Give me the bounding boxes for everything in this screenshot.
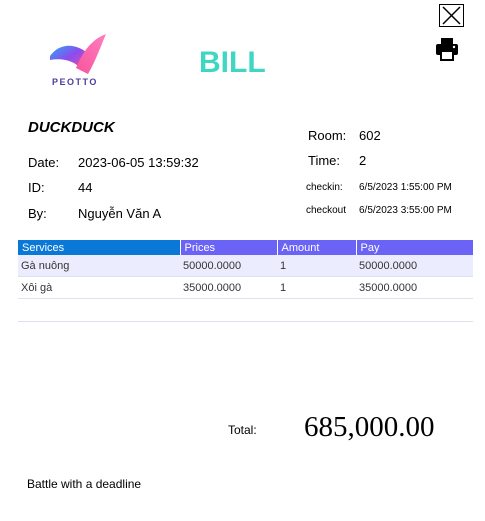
cell-service: Xôi gà: [18, 276, 180, 299]
total-label: Total:: [228, 423, 257, 437]
printer-icon: [436, 38, 458, 61]
cell-amount: 1: [277, 276, 356, 299]
page-title: BILL: [199, 46, 266, 79]
header-services[interactable]: Services: [18, 240, 180, 255]
checkout-label: checkout: [306, 205, 347, 216]
cell-price: 50000.0000: [180, 255, 277, 277]
header-pay[interactable]: Pay: [355, 240, 473, 255]
services-table: Services Prices Amount Pay Gà nuông 5000…: [18, 240, 473, 299]
checkin-label: checkin:: [306, 182, 343, 193]
id-label: ID:: [28, 180, 45, 195]
room-label: Room:: [308, 128, 347, 143]
cell-pay: 50000.0000: [356, 255, 473, 277]
by-value: Nguyễn Văn A: [78, 206, 162, 221]
id-value: 44: [78, 180, 93, 195]
date-value: 2023-06-05 13:59:32: [78, 155, 199, 170]
time-label: Time:: [308, 153, 341, 168]
print-button[interactable]: [434, 36, 460, 62]
close-icon: [442, 6, 461, 25]
table-row[interactable]: Xôi gà 35000.0000 1 35000.0000: [18, 276, 473, 299]
table-header-row: Services Prices Amount Pay: [18, 240, 473, 255]
cell-pay: 35000.0000: [356, 276, 473, 299]
header-prices[interactable]: Prices: [179, 240, 277, 255]
cell-price: 35000.0000: [180, 276, 277, 299]
total-value: 685,000.00: [304, 411, 435, 443]
logo-text: PEOTTO: [52, 77, 98, 87]
empty-table-row: [18, 300, 473, 322]
checkout-value: 6/5/2023 3:55:00 PM: [359, 205, 452, 216]
time-value: 2: [359, 153, 367, 168]
company-name: DUCKDUCK: [28, 119, 115, 136]
checkin-value: 6/5/2023 1:55:00 PM: [359, 182, 452, 193]
close-button[interactable]: [439, 4, 464, 27]
by-label: By:: [28, 206, 47, 221]
table-row[interactable]: Gà nuông 50000.0000 1 50000.0000: [18, 255, 473, 277]
footer-text: Battle with a deadline: [27, 477, 142, 491]
cell-amount: 1: [277, 255, 356, 277]
room-value: 602: [359, 128, 381, 143]
cell-service: Gà nuông: [18, 255, 180, 277]
date-label: Date:: [28, 155, 60, 170]
header-amount[interactable]: Amount: [276, 240, 356, 255]
